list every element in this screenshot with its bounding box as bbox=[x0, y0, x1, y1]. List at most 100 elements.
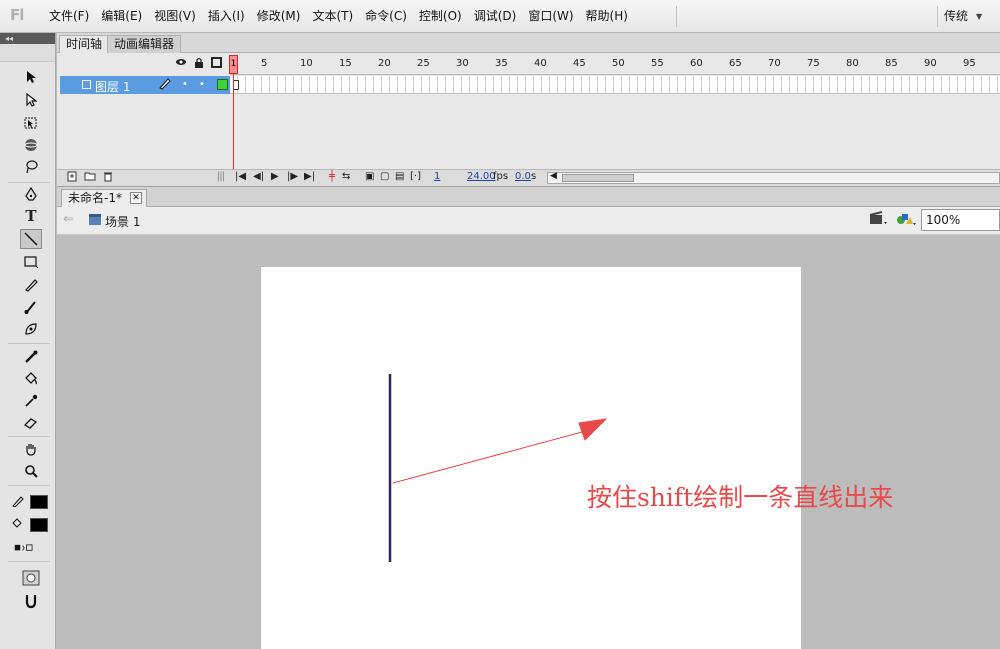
workspace-switcher[interactable]: 传统 ▼ bbox=[944, 0, 982, 33]
panel-grip-icon: ||| bbox=[217, 171, 225, 182]
subselection-tool-icon[interactable] bbox=[20, 90, 42, 110]
modify-markers-icon[interactable]: [·] bbox=[410, 171, 421, 182]
menu-modify[interactable]: 修改(M) bbox=[252, 0, 306, 33]
zoom-combo[interactable]: 100% bbox=[921, 209, 1000, 231]
menu-control[interactable]: 控制(O) bbox=[414, 0, 467, 33]
document-tab-strip: 未命名-1* ✕ bbox=[57, 186, 1000, 207]
tool-separator bbox=[8, 182, 50, 183]
eyedropper-tool-icon[interactable] bbox=[20, 391, 42, 411]
onion-outline-icon[interactable]: ▢ bbox=[380, 171, 389, 182]
new-folder-icon[interactable] bbox=[84, 171, 96, 184]
pencil-tool-icon[interactable] bbox=[20, 275, 42, 295]
elapsed-unit: s bbox=[531, 171, 537, 182]
menu-help[interactable]: 帮助(H) bbox=[581, 0, 633, 33]
tab-timeline[interactable]: 时间轴 bbox=[59, 35, 110, 53]
menu-view[interactable]: 视图(V) bbox=[149, 0, 201, 33]
new-layer-icon[interactable] bbox=[67, 171, 77, 185]
menu-commands[interactable]: 命令(C) bbox=[360, 0, 412, 33]
back-arrow-icon[interactable]: ⇐ bbox=[63, 212, 74, 227]
go-to-last-frame-icon[interactable]: ▶| bbox=[304, 171, 315, 182]
fill-color-swatch[interactable] bbox=[30, 518, 48, 532]
zoom-tool-icon[interactable] bbox=[20, 461, 42, 481]
selection-tool-icon[interactable] bbox=[20, 67, 42, 87]
frame-ruler[interactable]: 1 5 10 15 20 25 30 35 40 45 50 55 60 65 … bbox=[230, 55, 1000, 75]
onion-skin-icon[interactable]: ▣ bbox=[365, 171, 374, 182]
menu-file[interactable]: 文件(F) bbox=[44, 0, 94, 33]
edit-multiple-frames-icon[interactable]: ▤ bbox=[395, 171, 404, 182]
loop-icon[interactable]: ⇆ bbox=[342, 171, 350, 182]
playhead-line bbox=[233, 74, 234, 170]
outline-color-swatch[interactable] bbox=[217, 79, 228, 90]
scroll-left-icon[interactable]: ◀ bbox=[550, 171, 557, 181]
layer-row[interactable]: 图层 1 • • bbox=[60, 76, 230, 94]
bone-tool-icon[interactable] bbox=[20, 347, 42, 367]
edit-symbol-icon[interactable] bbox=[895, 211, 917, 231]
edit-scene-icon[interactable] bbox=[869, 211, 889, 231]
ruler-label: 85 bbox=[885, 58, 898, 69]
pen-tool-icon[interactable] bbox=[20, 185, 42, 205]
deco-tool-icon[interactable] bbox=[20, 319, 42, 339]
fps-unit: fps bbox=[493, 171, 509, 182]
stroke-color-control[interactable] bbox=[12, 493, 48, 511]
ruler-label: 45 bbox=[573, 58, 586, 69]
tools-panel-grip[interactable] bbox=[0, 44, 55, 62]
frame-grid[interactable] bbox=[230, 76, 1000, 94]
menu-debug[interactable]: 调试(D) bbox=[469, 0, 522, 33]
current-frame-number[interactable]: 1 bbox=[434, 171, 440, 182]
timeline-tabs: 时间轴 动画编辑器 bbox=[57, 33, 1000, 53]
close-icon[interactable]: ✕ bbox=[129, 192, 142, 204]
lock-icon[interactable] bbox=[194, 57, 204, 71]
scrollbar-thumb[interactable] bbox=[562, 174, 634, 182]
menu-window[interactable]: 窗口(W) bbox=[523, 0, 578, 33]
scene-breadcrumb[interactable]: 场景 1 bbox=[105, 213, 140, 230]
3d-rotation-tool-icon[interactable] bbox=[20, 135, 42, 155]
menu-insert[interactable]: 插入(I) bbox=[203, 0, 250, 33]
ruler-label: 30 bbox=[456, 58, 469, 69]
menu-items: 文件(F) 编辑(E) 视图(V) 插入(I) 修改(M) 文本(T) 命令(C… bbox=[44, 0, 635, 33]
visibility-dot[interactable]: • bbox=[182, 79, 188, 90]
fps-value[interactable]: 24.00 bbox=[467, 171, 496, 182]
menu-text[interactable]: 文本(T) bbox=[307, 0, 358, 33]
tools-panel-collapse[interactable]: ◂◂ bbox=[0, 33, 55, 44]
stage-drawing bbox=[388, 374, 607, 562]
annotation-arrow bbox=[392, 418, 607, 484]
swap-colors-icon[interactable] bbox=[14, 538, 36, 558]
center-frame-icon[interactable]: ╪ bbox=[329, 171, 335, 182]
ruler-label: 95 bbox=[963, 58, 976, 69]
step-forward-icon[interactable]: |▶ bbox=[287, 171, 298, 182]
step-back-icon[interactable]: ◀| bbox=[253, 171, 264, 182]
annotation-text: 按住shift绘制一条直线出来 bbox=[587, 483, 894, 512]
fill-color-control[interactable] bbox=[12, 516, 48, 534]
ruler-label: 5 bbox=[261, 58, 268, 69]
pencil-icon bbox=[158, 76, 172, 93]
text-tool-icon[interactable]: T bbox=[20, 206, 42, 226]
brush-tool-icon[interactable] bbox=[20, 297, 42, 317]
eye-icon[interactable] bbox=[175, 57, 187, 71]
tool-separator bbox=[8, 561, 50, 562]
document-tab[interactable]: 未命名-1* ✕ bbox=[61, 189, 147, 207]
play-icon[interactable]: ▶ bbox=[271, 171, 279, 182]
menu-edit[interactable]: 编辑(E) bbox=[96, 0, 147, 33]
tool-separator bbox=[8, 436, 50, 437]
eraser-tool-icon[interactable] bbox=[20, 413, 42, 433]
playhead[interactable]: 1 bbox=[229, 55, 238, 74]
outline-icon[interactable] bbox=[211, 57, 222, 71]
lasso-tool-icon[interactable] bbox=[20, 157, 42, 177]
trash-icon[interactable] bbox=[103, 171, 113, 185]
free-transform-tool-icon[interactable] bbox=[20, 113, 42, 133]
edit-bar: ⇐ 场景 1 100% bbox=[57, 207, 1000, 235]
timeline-footer: ||| |◀ ◀| ▶ |▶ ▶| ╪ ⇆ ▣ ▢ ▤ [·] 1 24.00 … bbox=[57, 169, 1000, 186]
line-tool-icon[interactable] bbox=[20, 229, 42, 249]
elapsed-time[interactable]: 0.0 bbox=[515, 171, 531, 182]
timeline-scrollbar[interactable]: ◀ bbox=[547, 171, 1000, 184]
hand-tool-icon[interactable] bbox=[20, 439, 42, 459]
object-drawing-icon[interactable] bbox=[20, 568, 42, 588]
lock-dot[interactable]: • bbox=[199, 79, 205, 90]
rectangle-tool-icon[interactable] bbox=[20, 252, 42, 272]
paint-bucket-tool-icon[interactable] bbox=[20, 369, 42, 389]
stroke-color-swatch[interactable] bbox=[30, 495, 48, 509]
ruler-label: 35 bbox=[495, 58, 508, 69]
tab-motion-editor[interactable]: 动画编辑器 bbox=[107, 35, 182, 53]
snap-magnet-icon[interactable] bbox=[20, 591, 42, 611]
go-to-first-frame-icon[interactable]: |◀ bbox=[235, 171, 246, 182]
